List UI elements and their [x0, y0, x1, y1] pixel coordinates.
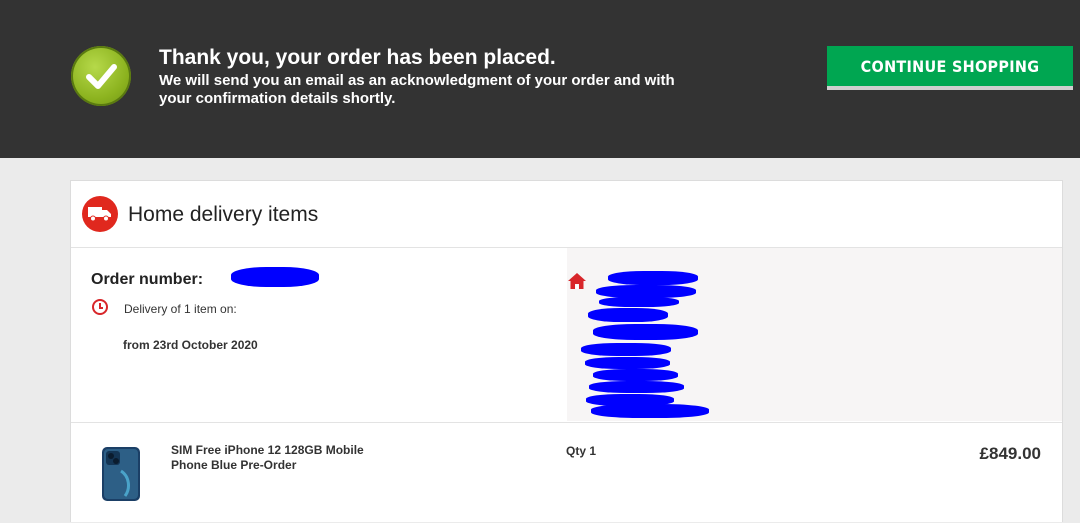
delivery-date: from 23rd October 2020 [123, 338, 258, 352]
product-name[interactable]: SIM Free iPhone 12 128GB Mobile Phone Bl… [171, 443, 391, 473]
truck-icon [82, 196, 118, 232]
house-icon [568, 273, 586, 289]
home-delivery-card: Home delivery items Order number: Delive… [70, 180, 1063, 522]
delivery-text: Delivery of 1 item on: [124, 302, 237, 316]
order-number-redacted [231, 267, 319, 287]
clock-icon [92, 299, 108, 315]
product-image[interactable] [101, 446, 141, 502]
order-item-row: SIM Free iPhone 12 128GB Mobile Phone Bl… [71, 422, 1062, 523]
confirmation-banner: Thank you, your order has been placed. W… [0, 0, 1080, 158]
confirmation-title: Thank you, your order has been placed. [159, 46, 556, 69]
order-number-label: Order number: [91, 271, 204, 288]
card-header: Home delivery items [71, 181, 1062, 248]
confirmation-message: We will send you an email as an acknowle… [159, 72, 675, 107]
item-price: £849.00 [979, 444, 1041, 463]
section-title: Home delivery items [128, 203, 319, 226]
check-icon [71, 46, 131, 106]
continue-shopping-button[interactable]: CONTINUE SHOPPING [827, 46, 1073, 90]
item-quantity: Qty 1 [566, 444, 597, 458]
